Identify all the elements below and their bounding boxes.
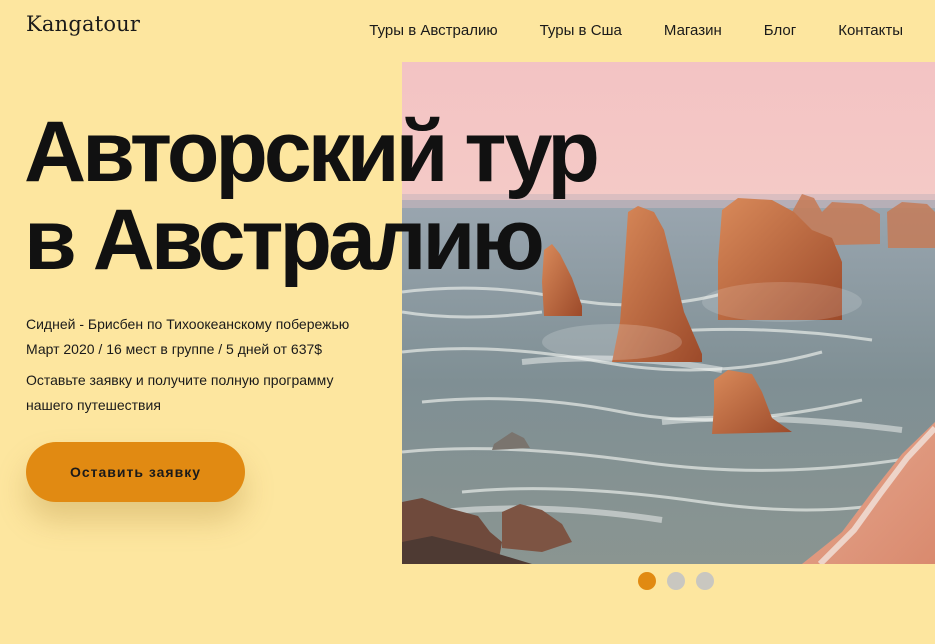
nav-item-blog[interactable]: Блог xyxy=(764,22,796,39)
tour-route: Сидней - Брисбен по Тихоокеанскому побер… xyxy=(26,316,350,332)
hero-title: Авторский тур в Австралию xyxy=(24,104,600,288)
slider-dot-2[interactable] xyxy=(667,572,685,590)
nav-item-shop[interactable]: Магазин xyxy=(664,22,722,39)
invite-text-line-2: нашего путешествия xyxy=(26,397,161,413)
main-nav: Туры в Австралию Туры в Сша Магазин Блог… xyxy=(327,22,903,39)
slider-dot-3[interactable] xyxy=(696,572,714,590)
slider-pagination xyxy=(638,572,714,590)
hero-title-line-2: в Австралию xyxy=(24,192,545,288)
hero-title-line-1: Авторский тур xyxy=(24,104,600,200)
brand-logo[interactable]: Kangatour xyxy=(26,12,140,36)
submit-request-button[interactable]: Оставить заявку xyxy=(26,442,245,502)
nav-item-contacts[interactable]: Контакты xyxy=(838,22,903,39)
invite-text-line-1: Оставьте заявку и получите полную програ… xyxy=(26,372,334,388)
slider-dot-1[interactable] xyxy=(638,572,656,590)
nav-item-usa-tours[interactable]: Туры в Сша xyxy=(540,22,622,39)
tour-details: Март 2020 / 16 мест в группе / 5 дней от… xyxy=(26,341,323,357)
hero-description: Сидней - Брисбен по Тихоокеанскому побер… xyxy=(26,312,349,418)
nav-item-australia-tours[interactable]: Туры в Австралию xyxy=(369,22,497,39)
